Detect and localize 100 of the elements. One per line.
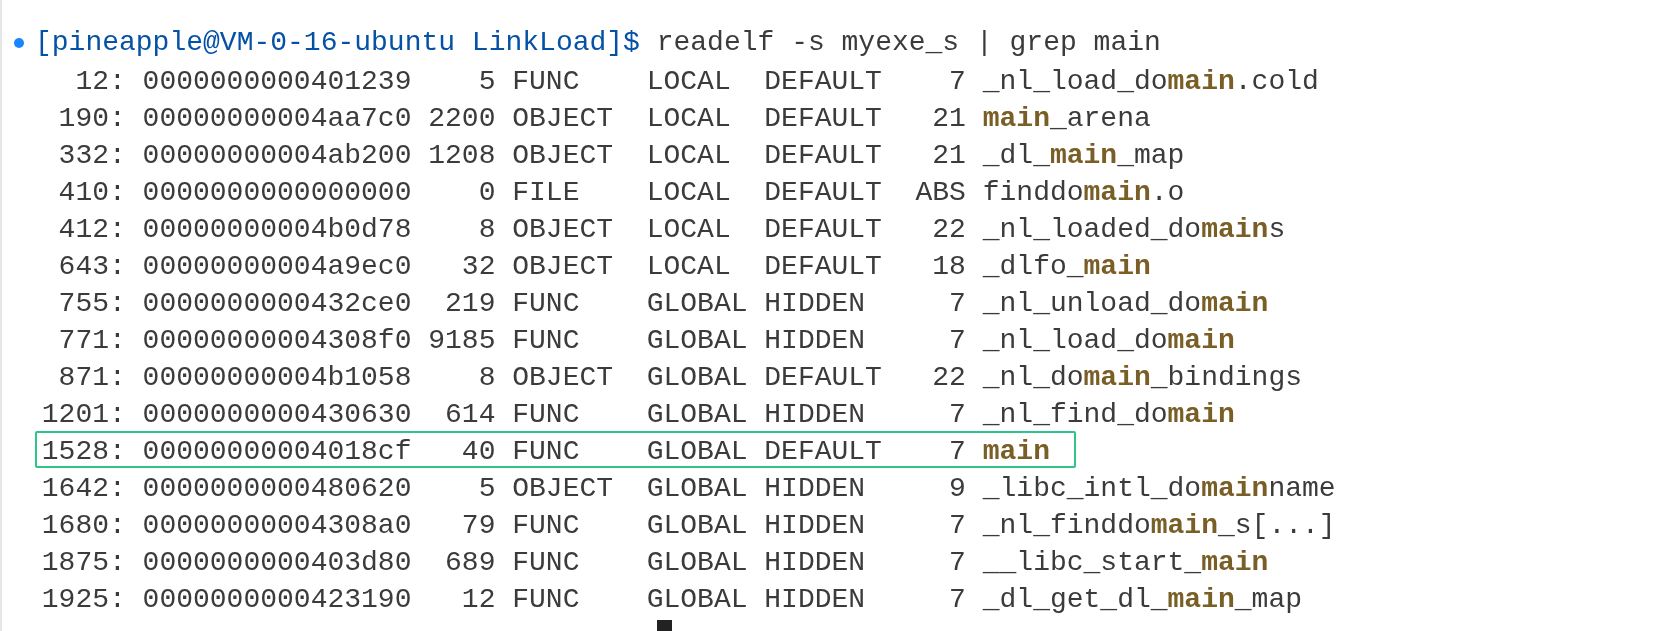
symbol-bind: GLOBAL [646,472,749,506]
symbol-name: main_arena [982,102,1151,136]
symbol-address: 0000000000480620 [141,472,412,506]
symbol-name: _nl_load_domain.cold [982,65,1319,99]
symbol-name: _nl_find_domain [982,398,1235,432]
symbol-type: OBJECT [512,102,615,136]
symbol-address: 0000000000423190 [141,583,412,617]
symbol-size: 8 [477,213,497,247]
symbol-type: OBJECT [512,250,615,284]
symbol-size: 79 [460,509,497,543]
symbol-address: 00000000004308f0 [141,324,412,358]
symbol-number: 410: [57,176,126,210]
symbol-address: 00000000004b0d78 [141,213,412,247]
symbol-number: 755: [57,287,126,321]
symbol-address: 0000000000401239 [141,65,412,99]
symbol-bind: LOCAL [646,250,732,284]
symbol-visibility: HIDDEN [764,509,867,543]
symbol-name: _dl_get_dl_main_map [982,583,1302,617]
symbol-name: finddomain.o [982,176,1185,210]
symbol-type: FUNC [512,435,581,469]
symbol-number: 1642: [40,472,126,506]
symbol-name: _dlfo_main [982,250,1151,284]
symbol-bind: GLOBAL [646,398,749,432]
shell-prompt: [pineapple@VM-0-16-ubuntu LinkLoad]$ [35,26,640,60]
symbol-name: _nl_load_domain [982,324,1235,358]
symbol-size: 32 [460,250,497,284]
symbol-type: FUNC [512,583,581,617]
symbol-bind: GLOBAL [646,361,749,395]
symbol-size: 614 [444,398,497,432]
command-text: readelf -s myexe_s | grep main [656,26,1161,60]
symbol-visibility: HIDDEN [764,472,867,506]
symbol-size: 219 [444,287,497,321]
symbol-bind: GLOBAL [646,435,749,469]
symbol-name: main [982,435,1050,469]
symbol-address: 00000000004aa7c0 [141,102,412,136]
symbol-visibility: DEFAULT [764,65,883,99]
symbol-name: _dl_main_map [982,139,1185,173]
symbol-type: FUNC [512,546,581,580]
symbol-visibility: DEFAULT [764,213,883,247]
symbol-visibility: DEFAULT [764,102,883,136]
symbol-type: FUNC [512,287,581,321]
symbol-section-index: 7 [948,398,967,432]
symbol-section-index: 7 [948,583,967,617]
symbol-section-index: 22 [931,361,967,395]
symbol-name: _nl_loaded_domains [982,213,1286,247]
symbol-size: 40 [460,435,497,469]
symbol-type: OBJECT [512,361,615,395]
symbol-section-index: 7 [948,546,967,580]
symbol-type: OBJECT [512,213,615,247]
symbol-section-index: 7 [948,287,967,321]
symbol-size: 12 [460,583,497,617]
symbol-section-index: 18 [931,250,967,284]
symbol-number: 771: [57,324,126,358]
symbol-address: 0000000000000000 [141,176,412,210]
symbol-address: 00000000004b1058 [141,361,412,395]
symbol-number: 12: [74,65,126,99]
symbol-type: FUNC [512,509,581,543]
symbol-address: 0000000000403d80 [141,546,412,580]
symbol-bind: GLOBAL [646,324,749,358]
symbol-section-index: 21 [931,139,967,173]
symbol-bind: LOCAL [646,139,732,173]
symbol-type: OBJECT [512,472,615,506]
symbol-address: 00000000004a9ec0 [141,250,412,284]
symbol-visibility: HIDDEN [764,324,867,358]
symbol-visibility: HIDDEN [764,398,867,432]
symbol-number: 1925: [40,583,126,617]
symbol-type: FUNC [512,65,581,99]
symbol-address: 00000000004018cf [141,435,412,469]
symbol-visibility: DEFAULT [764,250,883,284]
symbol-section-index: 7 [948,324,967,358]
symbol-section-index: 7 [948,65,967,99]
symbol-size: 0 [477,176,497,210]
symbol-number: 332: [57,139,126,173]
symbol-address: 00000000004ab200 [141,139,412,173]
command-status-icon [13,37,24,48]
symbol-section-index: 7 [948,435,967,469]
symbol-bind: LOCAL [646,176,732,210]
symbol-number: 1680: [40,509,126,543]
symbol-name: _libc_intl_domainname [982,472,1336,506]
symbol-number: 1201: [40,398,126,432]
symbol-visibility: DEFAULT [764,139,883,173]
symbol-size: 8 [477,361,497,395]
symbol-bind: GLOBAL [646,583,749,617]
symbol-visibility: HIDDEN [764,546,867,580]
symbol-size: 689 [444,546,497,580]
symbol-size: 5 [477,472,497,506]
symbol-section-index: 9 [948,472,967,506]
symbol-number: 643: [57,250,126,284]
symbol-name: _nl_domain_bindings [982,361,1302,395]
symbol-number: 1528: [40,435,126,469]
symbol-section-index: ABS [914,176,967,210]
symbol-type: FILE [512,176,581,210]
symbol-bind: GLOBAL [646,546,749,580]
symbol-section-index: 21 [931,102,967,136]
symbol-size: 2200 [427,102,497,136]
symbol-number: 190: [57,102,126,136]
symbol-size: 5 [477,65,497,99]
symbol-name: _nl_unload_domain [982,287,1269,321]
symbol-number: 1875: [40,546,126,580]
symbol-type: OBJECT [512,139,615,173]
